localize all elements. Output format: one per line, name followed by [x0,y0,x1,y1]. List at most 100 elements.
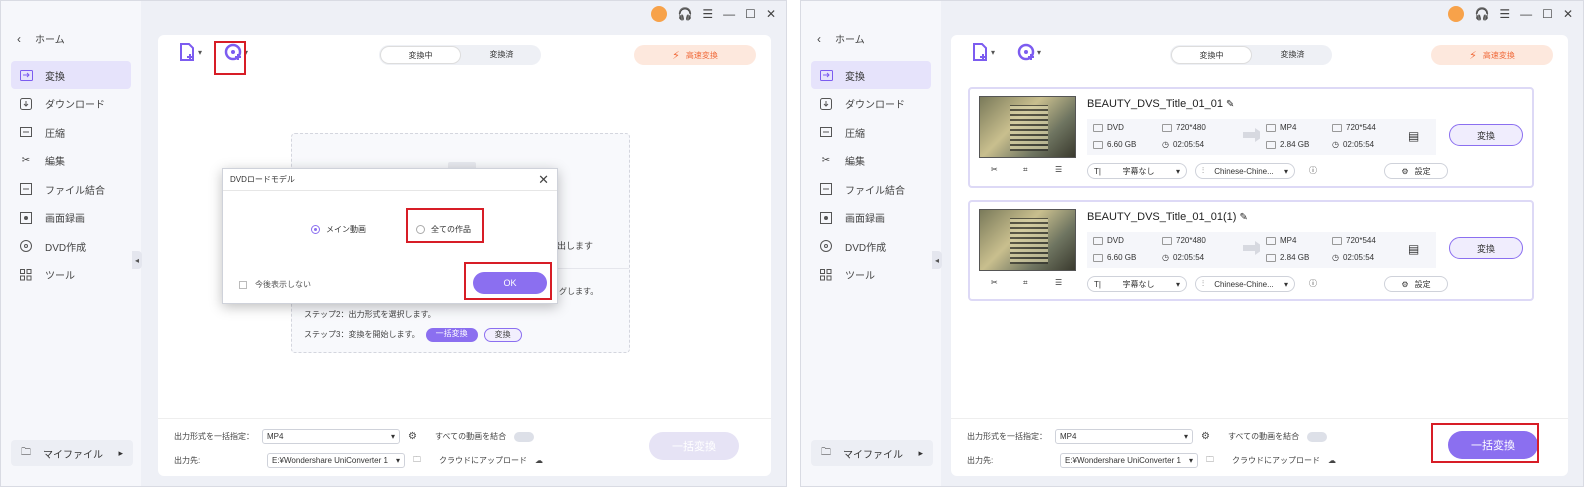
dest-select[interactable]: E:¥Wondershare UniConverter 1 ▾ [1060,453,1198,468]
cloud-icon[interactable]: ☁ [535,456,543,465]
folder-icon: 🗀 [21,446,31,458]
merge-toggle[interactable] [514,431,535,442]
my-files-button[interactable]: 🗀 マイファイル ▸ [811,440,933,466]
home-link[interactable]: ‹ ホーム [17,31,65,46]
chevron-down-icon: ▾ [395,456,400,465]
sidebar-item-convert[interactable]: 変換 [11,61,131,89]
output-settings-icon[interactable]: ▤ [1408,242,1419,256]
convert-button[interactable]: 変換 [1449,124,1523,146]
tab-converted[interactable]: 変換済 [1253,46,1332,64]
maximize-icon[interactable]: ☐ [1542,7,1553,21]
batch-convert-button[interactable]: 一括変換 [1448,431,1538,459]
sidebar-item-edit[interactable]: ✂ 編集 [11,147,131,175]
settings-button[interactable]: ⚙ 設定 [1384,163,1448,179]
tab-converting[interactable]: 変換中 [380,46,461,64]
sidebar-item-download[interactable]: ダウンロード [811,90,931,118]
output-settings-icon[interactable]: ▤ [1408,129,1419,143]
maximize-icon[interactable]: ☐ [745,7,756,21]
sidebar-collapse-handle[interactable]: ◂ [932,251,942,269]
audio-select[interactable]: ⫶ Chinese-Chine... ▾ [1195,163,1295,179]
sidebar-collapse-handle[interactable]: ◂ [132,251,142,269]
trim-icon[interactable]: ✂ [991,165,998,174]
chevron-down-icon: ▾ [1175,166,1180,176]
format-select[interactable]: MP4 ▾ [1055,429,1193,444]
load-dvd-button[interactable]: ▾ [224,43,248,61]
option-main-video[interactable]: メイン動画 [311,224,366,235]
edit-icon[interactable]: ✎ [1239,212,1247,223]
merge-toggle[interactable] [1307,431,1328,442]
close-icon[interactable]: ✕ [766,7,776,21]
effects-icon[interactable]: ☰ [1055,165,1062,174]
settings-button[interactable]: ⚙ 設定 [1384,276,1448,292]
video-thumbnail[interactable] [979,209,1076,271]
add-file-button[interactable]: ▾ [178,43,202,61]
batch-convert-button[interactable]: 一括変換 [649,432,739,460]
format-select[interactable]: MP4 ▾ [262,429,400,444]
dvd-icon [19,239,33,253]
sidebar-nav: 変換 ダウンロード 圧縮 ✂ 編集 ファイル結合 画面録画 DVD作成 ツール [11,61,131,289]
close-icon[interactable]: ✕ [538,172,549,188]
sidebar-item-convert[interactable]: 変換 [811,61,931,89]
video-thumbnail[interactable] [979,96,1076,158]
option-all-titles[interactable]: 全ての作品 [416,224,471,235]
sidebar-item-edit[interactable]: ✂ 編集 [811,147,931,175]
headset-icon[interactable]: 🎧 [677,7,692,21]
home-link[interactable]: ‹ ホーム [817,31,865,46]
sidebar-nav: 変換 ダウンロード 圧縮 ✂ 編集 ファイル結合 画面録画 DVD作成 ツール [811,61,931,289]
settings-icon[interactable]: ⚙ [1201,431,1210,442]
tab-converted[interactable]: 変換済 [462,46,541,64]
minimize-icon[interactable]: — [723,7,735,21]
add-file-icon [180,43,194,61]
edit-icon[interactable]: ✎ [1226,99,1234,110]
info-icon[interactable]: ⓘ [1309,278,1317,289]
video-card: BEAUTY_DVS_Title_01_01(1) ✎ DVD 720*480 … [968,200,1534,301]
convert-button[interactable]: 変換 [1449,237,1523,259]
my-files-button[interactable]: 🗀 マイファイル ▸ [11,440,133,466]
menu-icon[interactable]: ☰ [1499,7,1510,21]
chevron-left-icon: ‹ [17,32,21,46]
headset-icon[interactable]: 🎧 [1474,7,1489,21]
sidebar-item-tools[interactable]: ツール [11,261,131,289]
sidebar-item-dvd[interactable]: DVD作成 [811,232,931,260]
chevron-down-icon: ▾ [1188,456,1193,465]
crop-icon[interactable]: ⌗ [1023,278,1028,288]
sidebar-item-download[interactable]: ダウンロード [11,90,131,118]
sidebar-item-compress[interactable]: 圧縮 [11,118,131,146]
download-icon [819,97,833,111]
trim-icon[interactable]: ✂ [991,278,998,287]
folder-icon[interactable]: 🗀 [1206,454,1214,468]
close-icon[interactable]: ✕ [1563,7,1573,21]
info-icon[interactable]: ⓘ [1309,165,1317,176]
sidebar-item-dvd[interactable]: DVD作成 [11,232,131,260]
subtitle-select[interactable]: T| 字幕なし ▾ [1087,163,1187,179]
dest-select[interactable]: E:¥Wondershare UniConverter 1 ▾ [267,453,405,468]
avatar[interactable] [1448,6,1465,22]
sidebar-item-tools[interactable]: ツール [811,261,931,289]
sidebar-item-record[interactable]: 画面録画 [811,204,931,232]
folder-icon[interactable]: 🗀 [413,454,421,468]
high-speed-button[interactable]: ⚡ 高速変換 [1431,45,1553,65]
subtitle-select[interactable]: T| 字幕なし ▾ [1087,276,1187,292]
load-dvd-button[interactable]: ▾ [1017,43,1041,61]
audio-select[interactable]: ⫶ Chinese-Chine... ▾ [1195,276,1295,292]
add-file-button[interactable]: ▾ [971,43,995,61]
dont-show-checkbox[interactable]: 今後表示しない [239,279,311,290]
subtitle-icon: T| [1094,279,1101,289]
crop-icon[interactable]: ⌗ [1023,165,1028,175]
convert-icon [19,68,33,82]
high-speed-button[interactable]: ⚡ 高速変換 [634,45,756,65]
settings-icon[interactable]: ⚙ [408,431,417,442]
ok-button[interactable]: OK [473,272,547,294]
tab-converting[interactable]: 変換中 [1171,46,1252,64]
effects-icon[interactable]: ☰ [1055,278,1062,287]
cloud-label: クラウドにアップロード [439,456,527,465]
sidebar-item-merge[interactable]: ファイル結合 [11,175,131,203]
sidebar-item-merge[interactable]: ファイル結合 [811,175,931,203]
avatar[interactable] [651,6,668,22]
sidebar: ‹ ホーム 変換 ダウンロード 圧縮 ✂ 編集 ファイル結合 画面録画 DVD作成 … [801,1,941,486]
sidebar-item-compress[interactable]: 圧縮 [811,118,931,146]
menu-icon[interactable]: ☰ [702,7,713,21]
cloud-icon[interactable]: ☁ [1328,456,1336,465]
minimize-icon[interactable]: — [1520,7,1532,21]
sidebar-item-record[interactable]: 画面録画 [11,204,131,232]
